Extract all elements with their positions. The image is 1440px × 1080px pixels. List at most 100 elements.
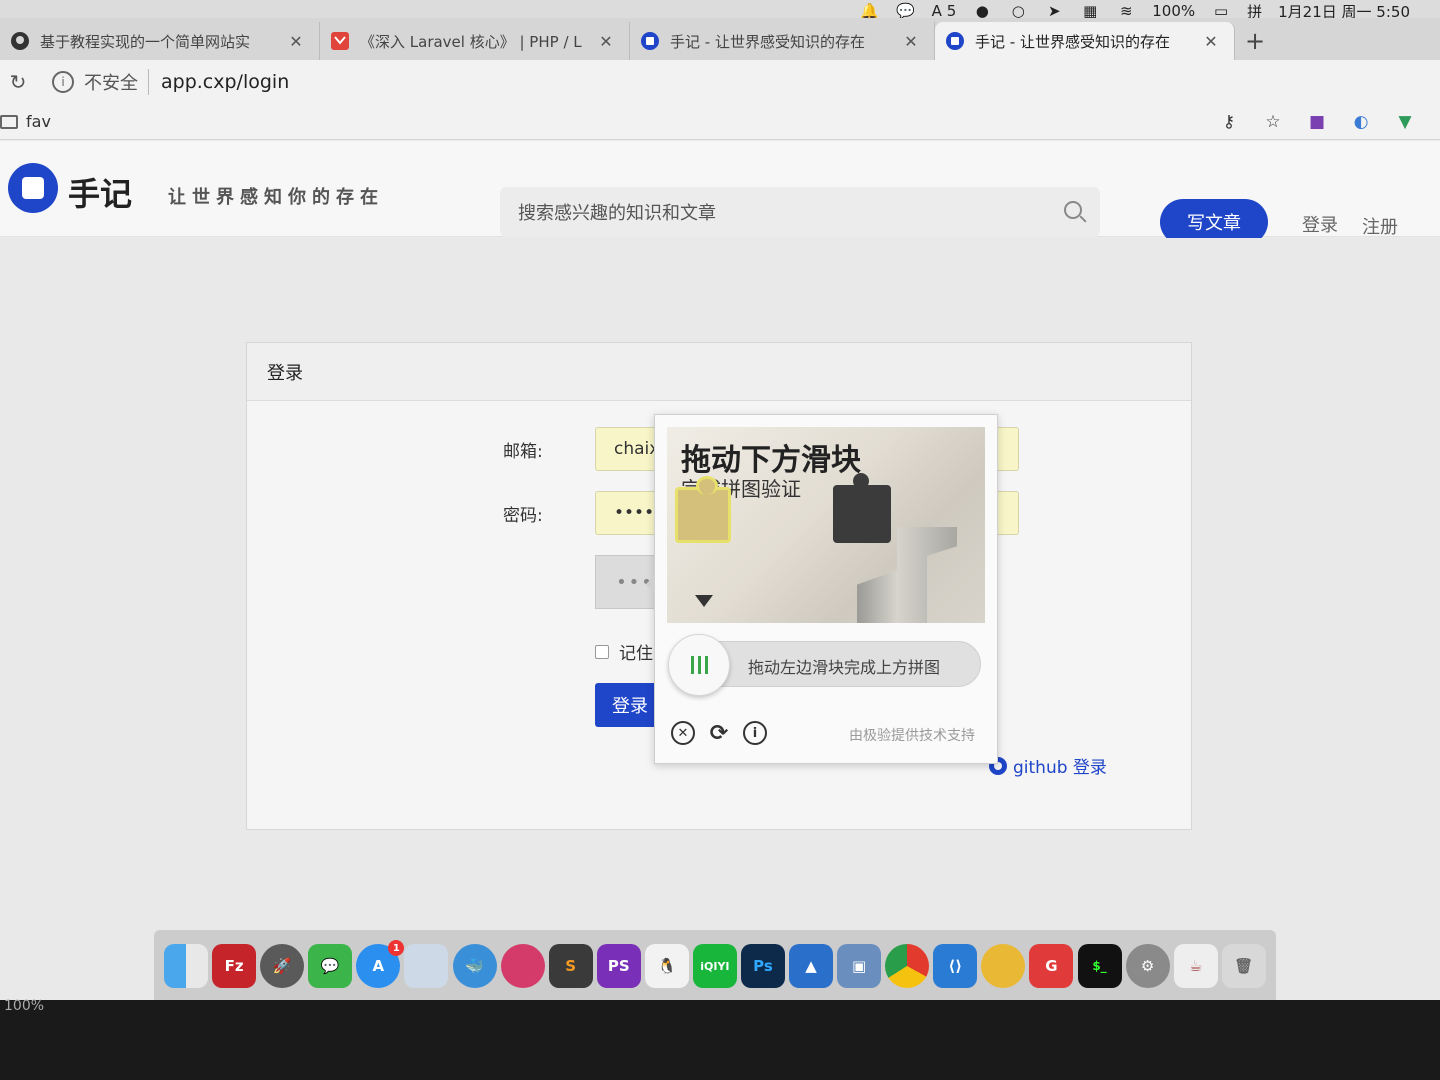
trash-icon[interactable]: 🗑	[1221, 944, 1266, 988]
tab-title: 手记 - 让世界感受知识的存在	[975, 32, 1170, 51]
reload-icon[interactable]: ↻	[0, 70, 36, 94]
launchpad-icon[interactable]: 🚀	[260, 944, 305, 988]
puzzle-slot	[833, 473, 891, 543]
github-login-link[interactable]: github 登录	[989, 753, 1107, 778]
captcha-slider-track[interactable]: 拖动左边滑块完成上方拼图	[668, 634, 981, 696]
bookmarks-bar: fav ⚷ ☆ ■ ◐ ▼	[0, 104, 1440, 140]
password-value: ••••	[614, 503, 655, 523]
tab-laravel[interactable]: 《深入 Laravel 核心》 | PHP / L ✕	[320, 22, 630, 60]
remember-label: 记住	[619, 644, 653, 664]
tab-site-active[interactable]: 手记 - 让世界感受知识的存在 ✕	[935, 22, 1235, 60]
slider-hint: 拖动左边滑块完成上方拼图	[748, 658, 941, 677]
remember-me[interactable]: 记住	[595, 639, 653, 664]
docker-menubar-icon[interactable]: ▦	[1080, 2, 1100, 20]
site-icon	[640, 31, 660, 51]
search-box[interactable]: 搜索感兴趣的知识和文章	[500, 187, 1100, 237]
iqiyi-icon[interactable]: iQIYI	[692, 944, 737, 988]
omnibox[interactable]: i 不安全 app.cxp/login	[40, 65, 1420, 99]
bookmark-folder-fav[interactable]: fav	[26, 112, 51, 131]
security-status[interactable]: 不安全	[84, 69, 149, 95]
phpstorm-icon[interactable]: PS	[596, 944, 641, 988]
qq-menubar-icon[interactable]: ●	[972, 2, 992, 20]
nav-login-link[interactable]: 登录	[1302, 211, 1338, 237]
search-placeholder: 搜索感兴趣的知识和文章	[518, 203, 716, 224]
close-icon[interactable]: ✕	[1202, 32, 1220, 51]
down-arrow-icon	[695, 595, 713, 607]
tab-title: 手记 - 让世界感受知识的存在	[670, 32, 865, 51]
mac-dock: Fz 🚀 💬 A1 🐳 S PS 🐧 iQIYI Ps ▲ ▣ ⟨⟩ G $_ …	[154, 930, 1276, 1000]
extension-area: ⚷ ☆ ■ ◐ ▼	[1218, 111, 1440, 133]
screen: 🔔 💬 A 5 ● ○ ➤ ▦ ≋ 100% ▭ 拼 1月21日 周一 5:50…	[0, 0, 1440, 1000]
address-row: ↻ i 不安全 app.cxp/login	[0, 60, 1440, 104]
site-logo-text[interactable]: 手记	[68, 169, 132, 215]
teapot-icon[interactable]: ☕	[1173, 944, 1218, 988]
puzzle-piece[interactable]	[675, 476, 731, 543]
new-tab-button[interactable]: +	[1235, 22, 1275, 60]
shark-icon[interactable]: ▲	[789, 944, 834, 988]
close-icon[interactable]: ✕	[671, 721, 695, 745]
laravel-icon	[330, 31, 350, 51]
github-icon	[10, 31, 30, 51]
slider-handle[interactable]	[668, 634, 730, 696]
key-icon[interactable]: ⚷	[1218, 111, 1240, 133]
github-login-text: github 登录	[1013, 758, 1107, 778]
tab-github[interactable]: 基于教程实现的一个简单网站实 ✕	[0, 22, 320, 60]
system-preferences-icon[interactable]: ⚙	[1125, 944, 1170, 988]
password-label: 密码:	[503, 506, 543, 526]
sublime-icon[interactable]: S	[548, 944, 593, 988]
notification-icon[interactable]: 🔔	[860, 2, 880, 20]
email-value: chaix	[614, 439, 660, 459]
send-menubar-icon[interactable]: ➤	[1044, 2, 1064, 20]
extension-globe-icon[interactable]: ◐	[1350, 111, 1372, 133]
email-label: 邮箱:	[503, 442, 543, 462]
chrome-icon[interactable]	[885, 944, 930, 988]
nav-register-link[interactable]: 注册	[1362, 213, 1398, 239]
circle-menubar-icon[interactable]: ○	[1008, 2, 1028, 20]
refresh-icon[interactable]: ⟳	[707, 721, 731, 746]
wechat-menubar-icon[interactable]: 💬	[896, 2, 916, 20]
ball-icon[interactable]	[500, 944, 545, 988]
finder-icon[interactable]	[164, 944, 209, 988]
docker-icon[interactable]: 🐳	[452, 944, 497, 988]
wifi-icon[interactable]: ≋	[1116, 2, 1136, 20]
folder-icon	[0, 114, 18, 129]
preview-icon[interactable]	[404, 944, 449, 988]
tab-strip: 基于教程实现的一个简单网站实 ✕ 《深入 Laravel 核心》 | PHP /…	[0, 18, 1440, 60]
site-header: 手记 让世界感知你的存在 搜索感兴趣的知识和文章 写文章 登录 注册	[0, 141, 1440, 245]
extension-purple-icon[interactable]: ■	[1306, 111, 1328, 133]
login-card-title: 登录	[247, 343, 1191, 401]
bezel-zoom-readout: 100%	[4, 998, 45, 1014]
tab-title: 基于教程实现的一个简单网站实	[40, 32, 251, 51]
wechat-icon[interactable]: 💬	[308, 944, 353, 988]
captcha-footer: ✕ ⟳ i	[671, 721, 767, 746]
app-store-icon[interactable]: A1	[356, 940, 405, 988]
vue-devtools-icon[interactable]: ▼	[1394, 111, 1416, 133]
app-store-badge: 1	[388, 940, 405, 956]
filezilla-icon[interactable]: Fz	[212, 944, 257, 988]
geetest-credit[interactable]: 由极验提供技术支持	[849, 725, 975, 745]
tab-title: 《深入 Laravel 核心》 | PHP / L	[360, 32, 582, 51]
url-text[interactable]: app.cxp/login	[161, 71, 289, 93]
site-logo-icon[interactable]	[8, 163, 58, 213]
info-icon[interactable]: i	[52, 71, 74, 93]
site-slogan: 让世界感知你的存在	[168, 187, 384, 208]
info-icon[interactable]: i	[743, 721, 767, 745]
battery-icon[interactable]: ▭	[1211, 2, 1231, 20]
star-icon[interactable]: ☆	[1262, 111, 1284, 133]
close-icon[interactable]: ✕	[597, 32, 615, 51]
tab-site-1[interactable]: 手记 - 让世界感受知识的存在 ✕	[630, 22, 935, 60]
captcha-image: 拖动下方滑块 完成拼图验证	[667, 427, 985, 623]
site-icon	[945, 31, 965, 51]
close-icon[interactable]: ✕	[287, 32, 305, 51]
close-icon[interactable]: ✕	[902, 32, 920, 51]
remember-checkbox[interactable]	[595, 644, 609, 659]
gitkraken-icon[interactable]: G	[1029, 944, 1074, 988]
terminal-icon[interactable]: $_	[1077, 944, 1122, 988]
qq-icon[interactable]: 🐧	[644, 944, 689, 988]
geetest-captcha-popup: 拖动下方滑块 完成拼图验证 拖动左边滑块完成上方拼图 ✕ ⟳ i 由极验提供技术…	[646, 414, 998, 764]
virtualbox-icon[interactable]: ▣	[837, 944, 882, 988]
photoshop-icon[interactable]: Ps	[740, 944, 785, 988]
cyberduck-icon[interactable]	[981, 944, 1026, 988]
vscode-icon[interactable]: ⟨⟩	[933, 944, 978, 988]
search-icon[interactable]	[1064, 201, 1082, 219]
